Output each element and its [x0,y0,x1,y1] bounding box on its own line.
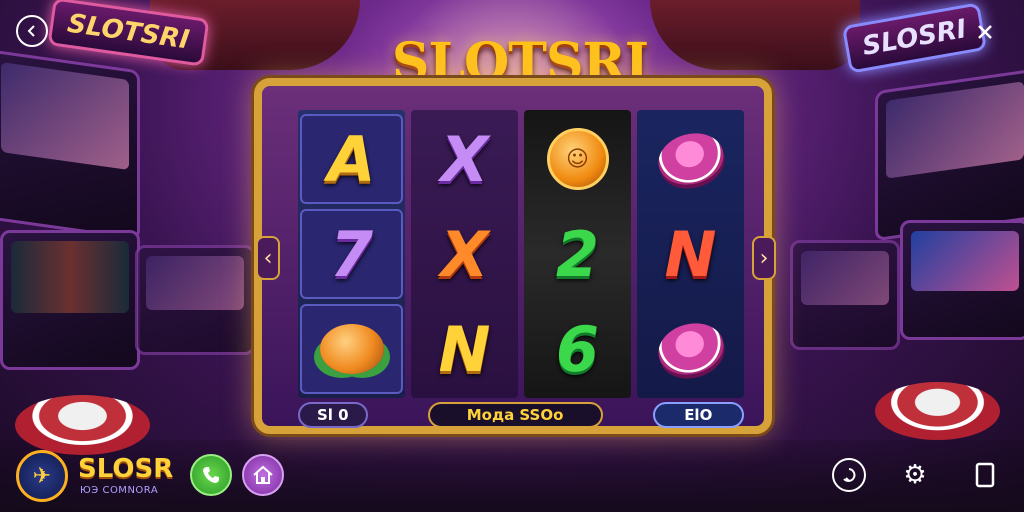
coin-icon: ☺ [546,128,609,190]
background-slot-machine [0,49,140,241]
reel-4: N [637,110,744,398]
next-arrow-button[interactable]: › [752,236,776,280]
chip-icon [652,126,729,192]
home-button[interactable] [242,454,284,496]
symbol-a: A [327,122,376,196]
home-icon [253,465,273,484]
reel-1: A7 [298,110,405,398]
background-slot-machine [0,230,140,370]
tablet-icon [975,462,995,488]
symbol-2: 2 [555,217,600,291]
background-slot-machine [790,240,900,350]
help-button[interactable] [832,458,866,492]
background-slot-machine [875,68,1024,242]
brand-logo-text: SLOSR [78,454,174,484]
brand-logo-subtext: ЮЭ COMNORA [80,485,159,496]
reel-3: ☺ 2 6 [524,110,631,398]
background-slot-machine [135,245,255,355]
reel-symbol-cell: 6 [524,304,631,394]
reel-2: XXN [411,110,518,398]
reel-symbol-cell [637,114,744,204]
reel-symbol-cell [637,304,744,394]
slot-machine-frame: A 7 X X N ☺ 2 6 N ‹ › Sl 0 Moдa SSOo ElO [254,78,776,434]
gear-icon: ⚙ [903,460,927,490]
symbol-7: 7 [329,217,374,291]
reel-symbol-cell: A [300,114,403,204]
curtain-right [650,0,860,70]
close-icon [978,25,992,39]
reels-grid: A 7 X X N ☺ 2 6 N [298,110,744,398]
symbol-x: X [440,122,489,196]
credit-display[interactable]: ElO [652,402,744,428]
phone-button[interactable] [190,454,232,496]
reel-symbol-cell [300,304,403,394]
reel-symbol-cell: N [411,304,518,394]
device-button[interactable] [970,458,1000,492]
reel-symbol-cell: 2 [524,209,631,299]
chip-stack-icon [875,382,1000,440]
prev-arrow-button[interactable]: ‹ [256,236,280,280]
reel-symbol-cell: N [637,209,744,299]
symbol-n: N [664,217,717,291]
reel-symbol-cell: X [411,209,518,299]
chip-icon [652,316,729,382]
chip-stack-icon [15,395,150,455]
background-slot-machine [900,220,1024,340]
orange-fruit-icon [319,324,384,374]
logo-badge-icon[interactable]: ✈ [16,450,68,502]
reel-symbol-cell: 7 [300,209,403,299]
back-button[interactable] [16,15,48,47]
close-button[interactable] [968,18,1002,46]
win-display: Moдa SSOo [427,402,603,428]
symbol-6: 6 [555,312,600,386]
bet-display[interactable]: Sl 0 [298,402,368,428]
back-arrow-icon [27,25,35,37]
settings-button[interactable]: ⚙ [898,458,932,492]
reel-symbol-cell: ☺ [524,114,631,204]
machine-info-bar: Sl 0 Moдa SSOo ElO [298,400,744,430]
neon-sign-right: SLOSRI [841,2,988,74]
symbol-n: N [438,312,491,386]
reel-symbol-cell: X [411,114,518,204]
symbol-x: X [440,217,489,291]
phone-icon [203,467,219,483]
help-icon [843,468,856,482]
